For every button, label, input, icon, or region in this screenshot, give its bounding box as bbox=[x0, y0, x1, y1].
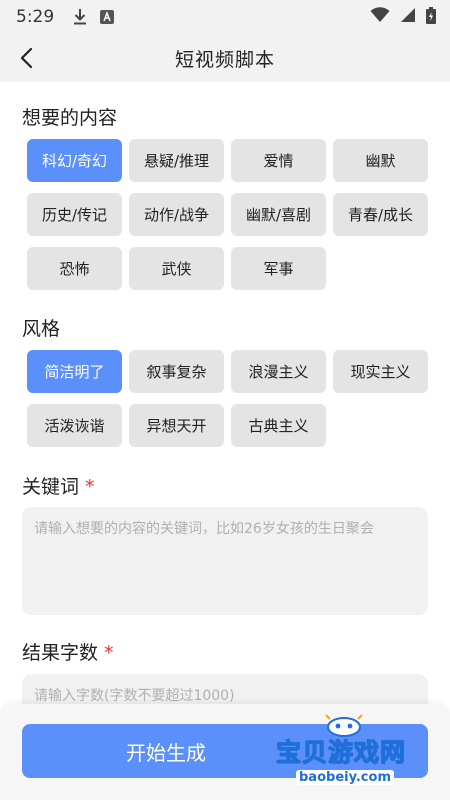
page-title: 短视频脚本 bbox=[174, 48, 275, 71]
content-chip[interactable]: 科幻/奇幻 bbox=[27, 139, 122, 182]
keywords-placeholder: 请输入想要的内容的关键词，比如26岁女孩的生日聚会 bbox=[34, 521, 374, 537]
style-chip[interactable]: 异想天开 bbox=[129, 404, 224, 447]
style-chip[interactable]: 浪漫主义 bbox=[231, 350, 326, 393]
download-icon bbox=[72, 8, 88, 26]
content-chip[interactable]: 动作/战争 bbox=[129, 193, 224, 236]
content-chip[interactable]: 恐怖 bbox=[27, 247, 122, 290]
style-chip[interactable]: 简洁明了 bbox=[27, 350, 122, 393]
keywords-label: 关键词 * bbox=[22, 472, 95, 499]
battery-icon bbox=[426, 6, 436, 28]
style-chip[interactable]: 古典主义 bbox=[231, 404, 326, 447]
start-generate-label: 开始生成 bbox=[126, 740, 206, 765]
word-count-label-text: 结果字数 bbox=[22, 642, 99, 664]
content-chip[interactable]: 爱情 bbox=[231, 139, 326, 182]
content-chip[interactable]: 武侠 bbox=[129, 247, 224, 290]
word-count-placeholder: 请输入字数(字数不要超过1000) bbox=[34, 688, 235, 704]
keywords-input[interactable]: 请输入想要的内容的关键词，比如26岁女孩的生日聚会 bbox=[22, 507, 428, 615]
status-bar: 5:29 bbox=[0, 0, 450, 34]
start-generate-button[interactable]: 开始生成 bbox=[22, 724, 428, 778]
style-chip[interactable]: 叙事复杂 bbox=[129, 350, 224, 393]
main-content: 想要的内容 科幻/奇幻 悬疑/推理 爱情 幽默历史/传记 动作/战争 幽默/喜剧 青春/成长… bbox=[0, 82, 450, 800]
bottom-action-panel: 开始生成 bbox=[0, 704, 450, 800]
content-chip[interactable]: 军事 bbox=[231, 247, 326, 290]
status-right bbox=[370, 6, 436, 28]
required-mark: * bbox=[85, 476, 95, 498]
content-section-title: 想要的内容 bbox=[22, 107, 118, 129]
content-chip[interactable]: 历史/传记 bbox=[27, 193, 122, 236]
style-chip[interactable]: 现实主义 bbox=[333, 350, 428, 393]
signal-icon bbox=[400, 7, 416, 27]
back-button[interactable] bbox=[10, 42, 42, 74]
style-options: 简洁明了 叙事复杂 浪漫主义 现实主义活泼诙谐 异想天开 古典主义 bbox=[27, 350, 428, 447]
style-chip[interactable]: 活泼诙谐 bbox=[27, 404, 122, 447]
style-section-title: 风格 bbox=[22, 318, 61, 340]
content-options: 科幻/奇幻 悬疑/推理 爱情 幽默历史/传记 动作/战争 幽默/喜剧 青春/成长恐怖 武侠 军事 bbox=[27, 139, 428, 290]
status-time: 5:29 bbox=[16, 7, 55, 27]
content-chip[interactable]: 幽默 bbox=[333, 139, 428, 182]
back-arrow-icon bbox=[20, 47, 33, 69]
app-bar: 短视频脚本 bbox=[0, 34, 450, 82]
required-mark: * bbox=[104, 642, 114, 664]
word-count-label: 结果字数 * bbox=[22, 638, 114, 665]
content-chip[interactable]: 青春/成长 bbox=[333, 193, 428, 236]
wifi-icon bbox=[370, 7, 390, 27]
content-chip[interactable]: 幽默/喜剧 bbox=[231, 193, 326, 236]
app-notification-icon bbox=[100, 10, 115, 24]
content-chip[interactable]: 悬疑/推理 bbox=[129, 139, 224, 182]
keywords-label-text: 关键词 bbox=[22, 476, 80, 498]
